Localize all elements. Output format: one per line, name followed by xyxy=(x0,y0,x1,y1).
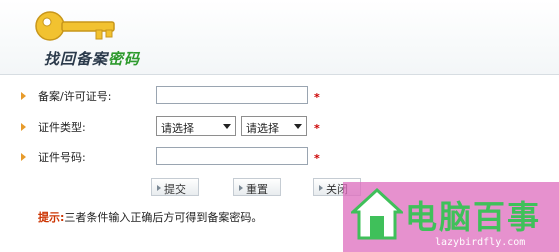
header: 找回备案密码 xyxy=(0,0,559,75)
house-icon xyxy=(351,187,403,240)
submit-button[interactable]: 提交 xyxy=(151,178,199,196)
submit-label: 提交 xyxy=(164,183,186,196)
chevron-down-icon xyxy=(294,124,302,129)
license-input[interactable] xyxy=(156,86,308,104)
required-mark: * xyxy=(314,122,320,135)
cert-type-select-2-value: 请选择 xyxy=(246,122,279,135)
required-mark: * xyxy=(314,91,320,104)
cert-type-row: 证件类型: 请选择 请选择 * xyxy=(0,114,559,140)
play-icon xyxy=(239,185,243,191)
cert-no-row: 证件号码: * xyxy=(0,144,559,170)
tip-text: 提示:三者条件输入正确后方可得到备案密码。 xyxy=(38,209,262,225)
play-icon xyxy=(319,185,323,191)
cert-no-label: 证件号码: xyxy=(38,151,86,164)
cert-type-select-2[interactable]: 请选择 xyxy=(241,116,307,136)
license-row: 备案/许可证号: * xyxy=(0,83,559,109)
required-mark: * xyxy=(314,152,320,165)
watermark-text: 电脑百事 xyxy=(405,198,542,236)
tip-label: 提示: xyxy=(38,211,65,224)
page-title: 找回备案密码 xyxy=(44,48,140,69)
bullet-icon xyxy=(21,153,26,161)
cert-type-label: 证件类型: xyxy=(38,121,86,134)
bullet-icon xyxy=(21,123,26,131)
play-icon xyxy=(157,185,161,191)
chevron-down-icon xyxy=(223,124,231,129)
tip-message: 三者条件输入正确后方可得到备案密码。 xyxy=(64,211,263,224)
cert-type-select-1[interactable]: 请选择 xyxy=(156,116,236,136)
watermark: 电脑百事 lazybirdfly.com xyxy=(343,182,559,252)
license-label: 备案/许可证号: xyxy=(38,90,112,103)
cert-type-select-1-value: 请选择 xyxy=(161,122,194,135)
reset-label: 重置 xyxy=(246,183,268,196)
watermark-url: lazybirdfly.com xyxy=(435,237,526,248)
bullet-icon xyxy=(21,92,26,100)
title-main: 找回备案 xyxy=(44,50,109,68)
reset-button[interactable]: 重置 xyxy=(233,178,281,196)
title-accent: 密码 xyxy=(108,50,141,68)
key-icon xyxy=(35,11,115,41)
cert-no-input[interactable] xyxy=(156,147,308,165)
